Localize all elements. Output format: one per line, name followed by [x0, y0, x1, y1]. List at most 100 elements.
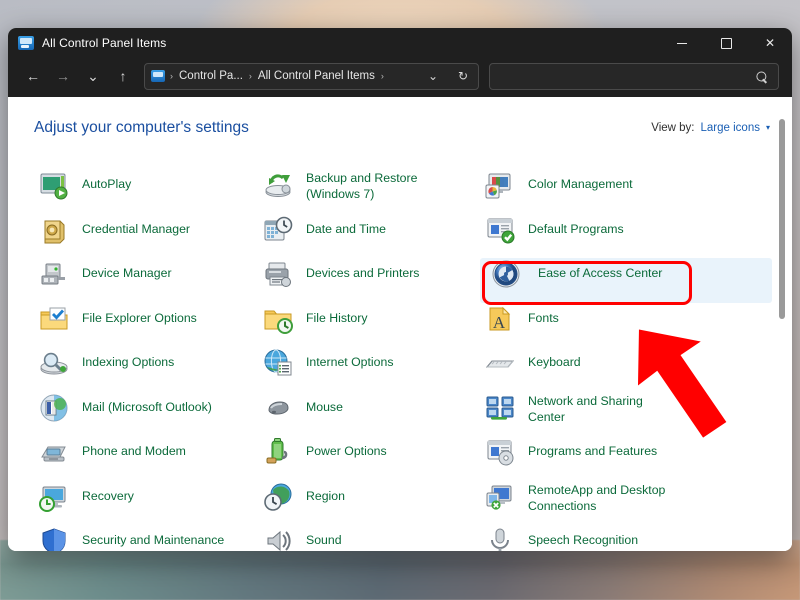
backup-and-restore-icon — [262, 169, 294, 201]
credential-manager-icon — [38, 214, 70, 246]
forward-button[interactable]: → — [48, 62, 78, 90]
window-title: All Control Panel Items — [42, 36, 166, 50]
window-titlebar[interactable]: All Control Panel Items ✕ — [8, 28, 792, 58]
control-panel-item-label: Power Options — [306, 436, 387, 459]
control-panel-item-label: Recovery — [82, 481, 134, 504]
breadcrumb-separator: › — [378, 71, 387, 81]
control-panel-item-default-programs[interactable]: Default Programs — [480, 214, 772, 259]
close-button[interactable]: ✕ — [748, 28, 792, 58]
vertical-scrollbar[interactable] — [776, 107, 788, 545]
minimize-icon — [677, 43, 687, 44]
control-panel-content: Adjust your computer's settings View by:… — [8, 97, 792, 551]
control-panel-item-fonts[interactable]: AFonts — [480, 303, 772, 348]
control-panel-item-programs-and-features[interactable]: Programs and Features — [480, 436, 772, 481]
control-panel-item-label: Keyboard — [528, 347, 581, 370]
color-management-icon — [484, 169, 516, 201]
fonts-icon: A — [484, 303, 516, 335]
internet-options-icon — [262, 347, 294, 379]
control-panel-item-device-manager[interactable]: Device Manager — [34, 258, 258, 303]
control-panel-item-label: Color Management — [528, 169, 633, 192]
chevron-down-icon[interactable]: ▾ — [766, 124, 770, 132]
sound-icon — [262, 525, 294, 551]
control-panel-item-mail-microsoft-outlook[interactable]: Mail (Microsoft Outlook) — [34, 392, 258, 437]
control-panel-item-mouse[interactable]: Mouse — [258, 392, 480, 437]
indexing-options-icon — [38, 347, 70, 379]
autoplay-icon — [38, 169, 70, 201]
maximize-button[interactable] — [704, 28, 748, 58]
control-panel-item-label: Date and Time — [306, 214, 386, 237]
device-manager-icon — [38, 258, 70, 290]
control-panel-item-backup-and-restore-windows-7[interactable]: Backup and Restore (Windows 7) — [258, 169, 480, 214]
control-panel-item-region[interactable]: Region — [258, 481, 480, 526]
breadcrumb-item-all-control-panel-items[interactable]: All Control Panel Items — [255, 70, 378, 82]
file-explorer-options-icon — [38, 303, 70, 335]
maximize-icon — [721, 38, 732, 49]
control-panel-item-label: Backup and Restore (Windows 7) — [306, 169, 417, 202]
control-panel-item-network-and-sharing-center[interactable]: Network and Sharing Center — [480, 392, 772, 437]
date-and-time-icon — [262, 214, 294, 246]
control-panel-item-file-explorer-options[interactable]: File Explorer Options — [34, 303, 258, 348]
control-panel-item-power-options[interactable]: Power Options — [258, 436, 480, 481]
control-panel-item-label: Device Manager — [82, 258, 172, 281]
control-panel-item-label: RemoteApp and Desktop Connections — [528, 481, 665, 514]
address-dropdown-button[interactable]: ⌄ — [418, 64, 448, 89]
control-panel-item-label: Phone and Modem — [82, 436, 186, 459]
control-panel-item-label: AutoPlay — [82, 169, 131, 192]
back-arrow-icon: ← — [26, 68, 40, 84]
page-title: Adjust your computer's settings — [34, 119, 249, 137]
recent-locations-button[interactable]: ⌄ — [78, 62, 108, 90]
control-panel-item-speech-recognition[interactable]: Speech Recognition — [480, 525, 772, 551]
breadcrumb-item-control-panel[interactable]: Control Pa... — [176, 70, 246, 82]
security-and-maintenance-icon — [38, 525, 70, 551]
control-panel-item-ease-of-access-center[interactable]: Ease of Access Center — [480, 258, 772, 303]
control-panel-item-autoplay[interactable]: AutoPlay — [34, 169, 258, 214]
control-panel-items-grid: AutoPlay Backup and Restore (Windows 7) Co… — [34, 169, 772, 551]
control-panel-item-label: Network and Sharing Center — [528, 392, 643, 425]
control-panel-item-label: File History — [306, 303, 368, 326]
power-options-icon — [262, 436, 294, 468]
control-panel-item-label: Sound — [306, 525, 342, 548]
control-panel-item-recovery[interactable]: Recovery — [34, 481, 258, 526]
control-panel-item-remoteapp-and-desktop-connections[interactable]: RemoteApp and Desktop Connections — [480, 481, 772, 526]
address-bar[interactable]: › Control Pa... › All Control Panel Item… — [144, 63, 479, 90]
breadcrumb-separator: › — [167, 71, 176, 81]
search-icon — [754, 67, 772, 85]
control-panel-item-indexing-options[interactable]: Indexing Options — [34, 347, 258, 392]
ease-of-access-center-icon — [490, 258, 522, 290]
control-panel-item-label: File Explorer Options — [82, 303, 197, 326]
control-panel-item-phone-and-modem[interactable]: Phone and Modem — [34, 436, 258, 481]
window-controls: ✕ — [660, 28, 792, 58]
control-panel-item-credential-manager[interactable]: Credential Manager — [34, 214, 258, 259]
refresh-icon: ↻ — [458, 69, 468, 83]
control-panel-item-label: Region — [306, 481, 345, 504]
up-arrow-icon: ↑ — [120, 68, 127, 84]
control-panel-item-label: Default Programs — [528, 214, 624, 237]
mouse-icon — [262, 392, 294, 424]
navigation-toolbar: ← → ⌄ ↑ › Control Pa... › All Control Pa… — [8, 58, 792, 97]
breadcrumb: › Control Pa... › All Control Panel Item… — [145, 70, 418, 82]
control-panel-item-label: Devices and Printers — [306, 258, 419, 281]
search-input[interactable] — [498, 69, 757, 83]
control-panel-item-file-history[interactable]: File History — [258, 303, 480, 348]
control-panel-item-label: Mail (Microsoft Outlook) — [82, 392, 212, 415]
devices-and-printers-icon — [262, 258, 294, 290]
control-panel-item-label: Speech Recognition — [528, 525, 638, 548]
control-panel-item-devices-and-printers[interactable]: Devices and Printers — [258, 258, 480, 303]
scrollbar-thumb[interactable] — [779, 119, 785, 319]
control-panel-item-keyboard[interactable]: Keyboard — [480, 347, 772, 392]
control-panel-item-date-and-time[interactable]: Date and Time — [258, 214, 480, 259]
minimize-button[interactable] — [660, 28, 704, 58]
refresh-button[interactable]: ↻ — [448, 64, 478, 89]
up-button[interactable]: ↑ — [108, 62, 138, 90]
recovery-icon — [38, 481, 70, 513]
control-panel-icon — [18, 36, 34, 50]
back-button[interactable]: ← — [18, 62, 48, 90]
control-panel-item-internet-options[interactable]: Internet Options — [258, 347, 480, 392]
control-panel-item-security-and-maintenance[interactable]: Security and Maintenance — [34, 525, 258, 551]
view-by-value[interactable]: Large icons — [701, 122, 760, 134]
control-panel-item-color-management[interactable]: Color Management — [480, 169, 772, 214]
breadcrumb-separator: › — [246, 71, 255, 81]
search-box[interactable] — [489, 63, 779, 90]
control-panel-item-sound[interactable]: Sound — [258, 525, 480, 551]
network-and-sharing-center-icon — [484, 392, 516, 424]
